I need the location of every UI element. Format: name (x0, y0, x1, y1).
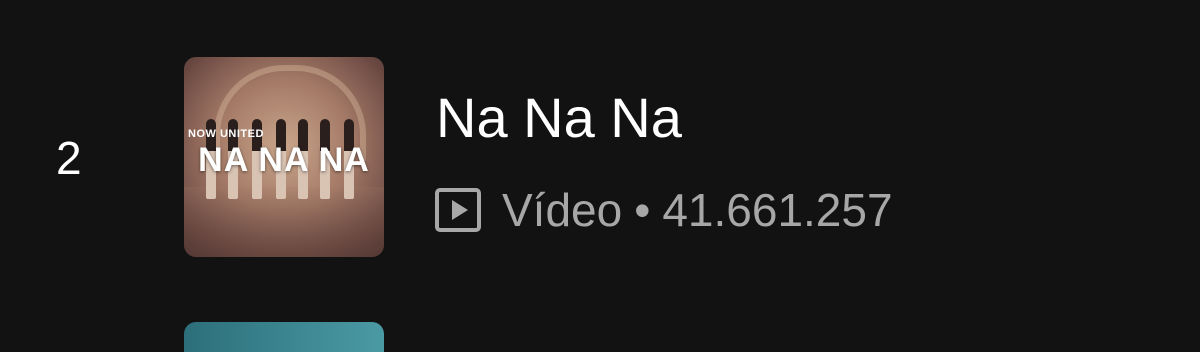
track-title[interactable]: Na Na Na (436, 84, 682, 152)
cover-brand-text: NOW UNITED (188, 128, 264, 140)
track-rank: 2 (56, 132, 82, 184)
track-row[interactable]: 2 NOW UNITED NA NA NA Na Na Na Vídeo • 4… (0, 0, 1200, 314)
track-type-label: Vídeo (502, 184, 623, 236)
meta-separator: • (634, 184, 651, 236)
track-cover-art[interactable]: NOW UNITED NA NA NA (184, 57, 384, 257)
video-play-icon (435, 188, 481, 232)
track-view-count: 41.661.257 (662, 184, 893, 236)
cover-art-title: NA NA NA (198, 141, 370, 179)
track-meta: Vídeo • 41.661.257 (434, 180, 893, 240)
next-track-cover-partial[interactable] (184, 322, 384, 352)
